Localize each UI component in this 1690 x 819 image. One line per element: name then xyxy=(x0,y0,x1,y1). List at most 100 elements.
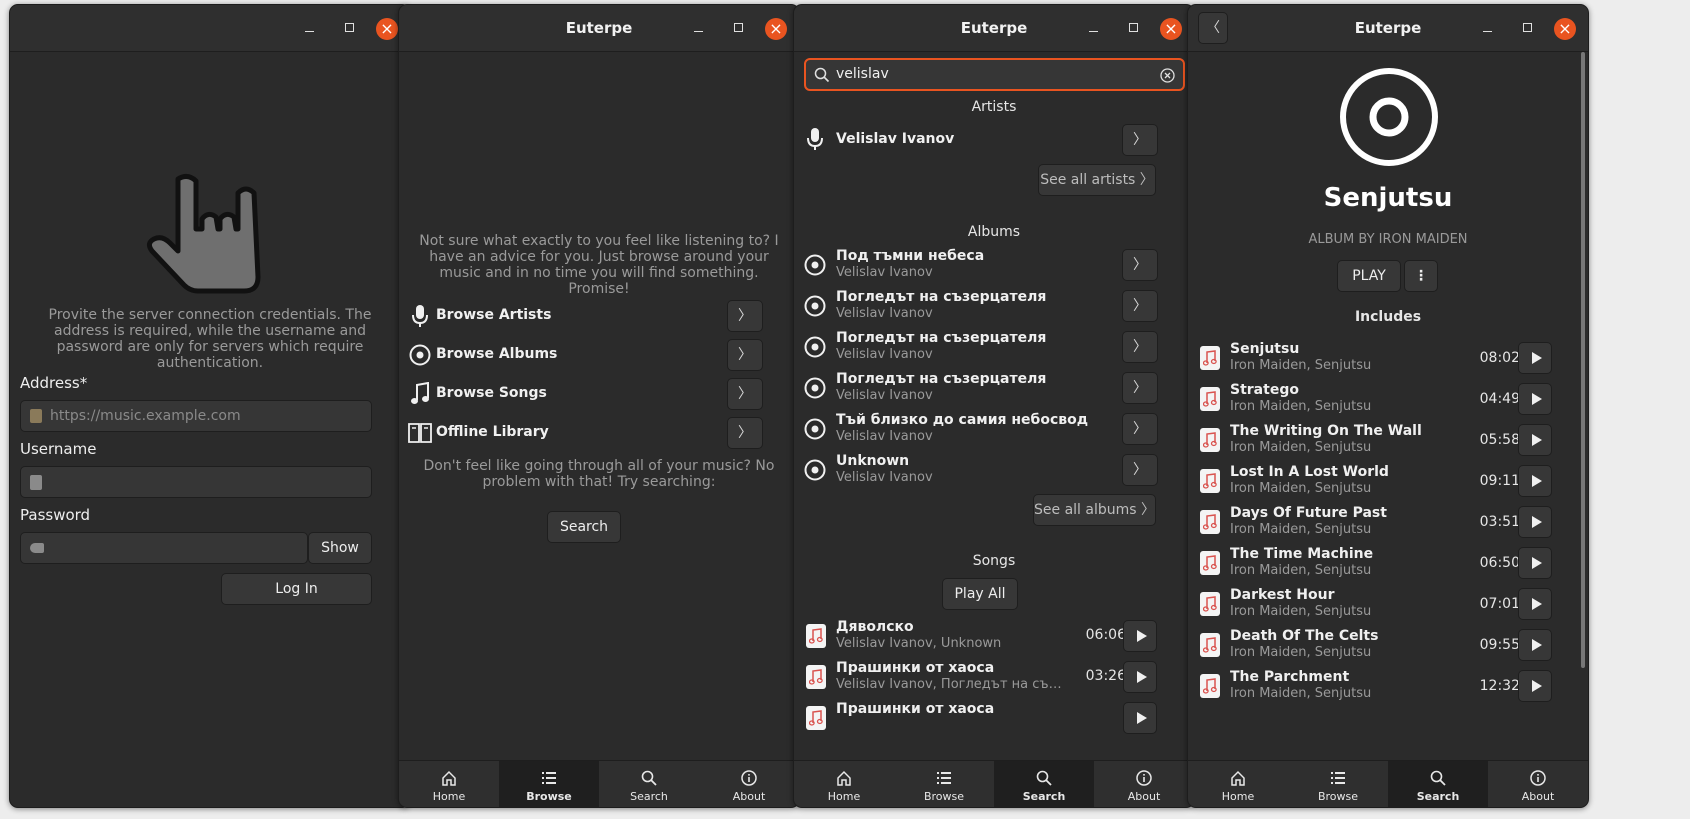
play-all-button[interactable]: Play All xyxy=(942,578,1018,610)
music-note-icon xyxy=(806,706,826,730)
artist-row[interactable]: Velislav Ivanov 〉 xyxy=(794,121,1194,157)
disc-icon xyxy=(804,254,826,280)
browse-albums-row[interactable]: Browse Albums 〉 xyxy=(399,337,799,373)
album-row[interactable]: Погледът на съзерцателя Velislav Ivanov 〉 xyxy=(794,368,1194,408)
track-row[interactable]: Senjutsu Iron Maiden, Senjutsu 08:02 xyxy=(1188,338,1588,378)
album-artist: Velislav Ivanov xyxy=(836,265,933,280)
play-track-button[interactable] xyxy=(1518,506,1552,538)
track-row[interactable]: The Writing On The Wall Iron Maiden, Senj… xyxy=(1188,420,1588,460)
username-label: Username xyxy=(20,440,97,458)
browse-artists-row[interactable]: Browse Artists 〉 xyxy=(399,298,799,334)
minimize-button[interactable] xyxy=(1082,18,1104,40)
track-row[interactable]: The Parchment Iron Maiden, Senjutsu 12:32 xyxy=(1188,666,1588,706)
close-button[interactable]: × xyxy=(376,18,398,40)
track-duration: 04:49 xyxy=(1479,391,1520,407)
close-button[interactable]: × xyxy=(1160,18,1182,40)
album-row[interactable]: Тъй близко до самия небосвод Velislav Iva… xyxy=(794,409,1194,449)
music-note-icon xyxy=(1200,510,1220,534)
offline-library-arrow-button[interactable]: 〉 xyxy=(727,417,763,449)
album-arrow-button[interactable]: 〉 xyxy=(1122,249,1158,281)
track-row[interactable]: Death Of The Celts Iron Maiden, Senjutsu 0… xyxy=(1188,625,1588,665)
tab-about[interactable]: About xyxy=(1488,761,1588,807)
tab-label: About xyxy=(732,790,766,803)
scrollbar[interactable] xyxy=(1581,52,1585,668)
tab-browse[interactable]: Browse xyxy=(894,761,994,807)
song-row[interactable]: Прашинки от хаоса xyxy=(794,698,1194,738)
search-value: velislav xyxy=(836,66,889,82)
album-arrow-button[interactable]: 〉 xyxy=(1122,413,1158,445)
album-row[interactable]: Погледът на съзерцателя Velislav Ivanov 〉 xyxy=(794,286,1194,326)
close-button[interactable]: × xyxy=(1554,18,1576,40)
track-row[interactable]: Lost In A Lost World Iron Maiden, Senjuts… xyxy=(1188,461,1588,501)
album-title: Под тъмни небеса xyxy=(836,248,985,264)
track-row[interactable]: Darkest Hour Iron Maiden, Senjutsu 07:01 xyxy=(1188,584,1588,624)
tab-home[interactable]: Home xyxy=(1188,761,1288,807)
music-note-icon xyxy=(806,624,826,648)
album-row[interactable]: Погледът на съзерцателя Velislav Ivanov 〉 xyxy=(794,327,1194,367)
username-field[interactable] xyxy=(20,466,372,498)
maximize-button[interactable] xyxy=(727,18,749,40)
list-icon xyxy=(937,772,951,784)
tab-home[interactable]: Home xyxy=(794,761,894,807)
tab-about[interactable]: About xyxy=(1094,761,1194,807)
minimize-button[interactable] xyxy=(687,18,709,40)
album-arrow-button[interactable]: 〉 xyxy=(1122,331,1158,363)
disc-icon xyxy=(804,418,826,444)
close-button[interactable]: × xyxy=(765,18,787,40)
browse-songs-row[interactable]: Browse Songs 〉 xyxy=(399,376,799,412)
tab-search[interactable]: Search xyxy=(1388,761,1488,807)
tab-search[interactable]: Search xyxy=(599,761,699,807)
more-options-button[interactable]: ⋮ xyxy=(1404,260,1438,292)
tab-about[interactable]: About xyxy=(699,761,799,807)
album-row[interactable]: Под тъмни небеса Velislav Ivanov 〉 xyxy=(794,245,1194,285)
results-scroll[interactable]: Artists Velislav Ivanov 〉 See all artist… xyxy=(794,95,1194,759)
track-row[interactable]: The Time Machine Iron Maiden, Senjutsu 06:… xyxy=(1188,543,1588,583)
disc-icon xyxy=(804,377,826,403)
play-song-button[interactable] xyxy=(1123,702,1157,734)
maximize-button[interactable] xyxy=(338,18,360,40)
browse-songs-arrow-button[interactable]: 〉 xyxy=(727,378,763,410)
minimize-button[interactable] xyxy=(298,18,320,40)
login-button[interactable]: Log In xyxy=(221,573,372,605)
address-field[interactable]: https://music.example.com xyxy=(20,400,372,432)
maximize-button[interactable] xyxy=(1122,18,1144,40)
play-track-button[interactable] xyxy=(1518,383,1552,415)
tab-search[interactable]: Search xyxy=(994,761,1094,807)
artist-arrow-button[interactable]: 〉 xyxy=(1122,124,1158,156)
play-album-button[interactable]: PLAY xyxy=(1337,260,1401,292)
see-all-artists-button[interactable]: See all artists 〉 xyxy=(1038,164,1156,196)
play-song-button[interactable] xyxy=(1123,620,1157,652)
search-input[interactable]: velislav xyxy=(804,58,1185,91)
play-track-button[interactable] xyxy=(1518,670,1552,702)
play-track-button[interactable] xyxy=(1518,424,1552,456)
song-row[interactable]: Прашинки от хаоса Velislav Ivanov, Поглед… xyxy=(794,657,1194,697)
browse-artists-arrow-button[interactable]: 〉 xyxy=(727,300,763,332)
offline-library-row[interactable]: Offline Library 〉 xyxy=(399,415,799,451)
track-row[interactable]: Stratego Iron Maiden, Senjutsu 04:49 xyxy=(1188,379,1588,419)
search-button[interactable]: Search xyxy=(547,511,621,543)
browse-albums-arrow-button[interactable]: 〉 xyxy=(727,339,763,371)
album-arrow-button[interactable]: 〉 xyxy=(1122,290,1158,322)
password-field[interactable] xyxy=(20,532,308,564)
play-track-button[interactable] xyxy=(1518,465,1552,497)
tab-browse[interactable]: Browse xyxy=(499,761,599,807)
play-track-button[interactable] xyxy=(1518,547,1552,579)
album-row[interactable]: Unknown Velislav Ivanov 〉 xyxy=(794,450,1194,490)
song-row[interactable]: Дяволско Velislav Ivanov, Unknown 06:06 xyxy=(794,616,1194,656)
track-row[interactable]: Days Of Future Past Iron Maiden, Senjutsu… xyxy=(1188,502,1588,542)
play-track-button[interactable] xyxy=(1518,629,1552,661)
tab-browse[interactable]: Browse xyxy=(1288,761,1388,807)
play-track-button[interactable] xyxy=(1518,588,1552,620)
maximize-button[interactable] xyxy=(1516,18,1538,40)
play-track-button[interactable] xyxy=(1518,342,1552,374)
tab-home[interactable]: Home xyxy=(399,761,499,807)
minimize-button[interactable] xyxy=(1476,18,1498,40)
clear-icon[interactable] xyxy=(1160,68,1175,83)
microphone-icon xyxy=(807,128,823,150)
play-song-button[interactable] xyxy=(1123,661,1157,693)
album-arrow-button[interactable]: 〉 xyxy=(1122,372,1158,404)
see-all-albums-button[interactable]: See all albums 〉 xyxy=(1033,494,1156,526)
album-arrow-button[interactable]: 〉 xyxy=(1122,454,1158,486)
show-password-button[interactable]: Show xyxy=(308,532,372,564)
songs-heading: Songs xyxy=(972,553,1016,569)
